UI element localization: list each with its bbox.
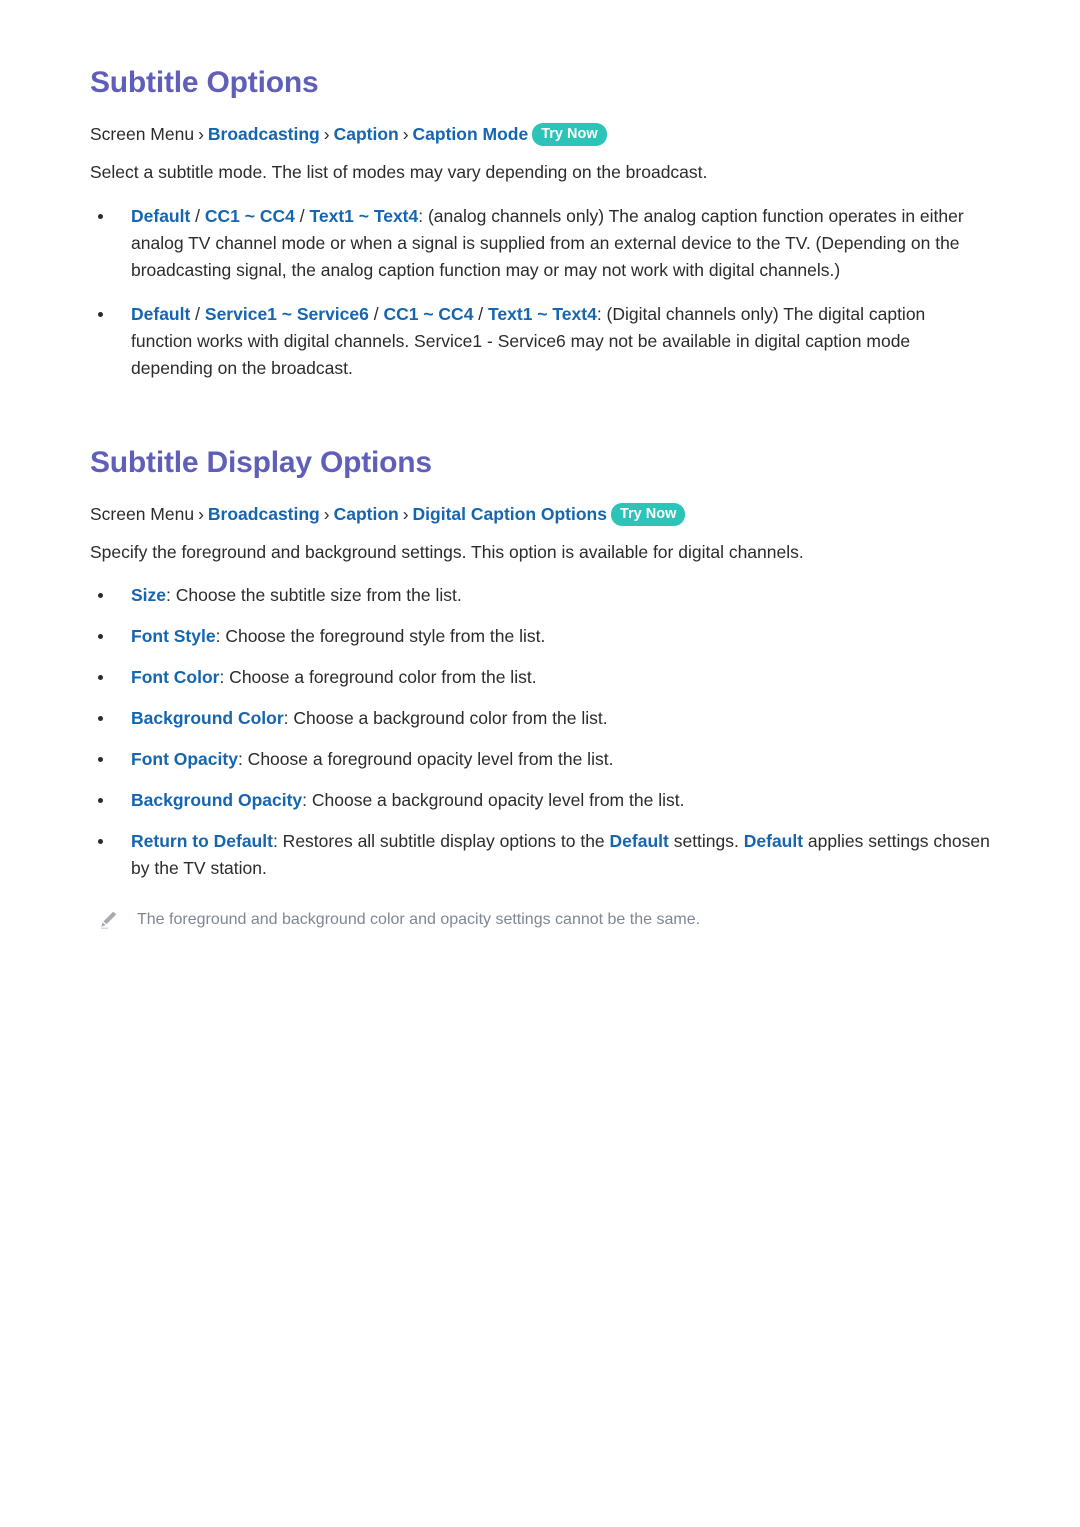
list-item-description-part: settings. [668,831,744,851]
page-title-subtitle-options: Subtitle Options [90,66,319,99]
term-background-opacity: Background Opacity [131,790,303,810]
term-text-range: Text1 ~ Text4 [488,303,597,324]
term-size: Size [131,585,167,605]
list-item: Size: Choose the subtitle size from the … [90,582,990,609]
term-separator: / [190,205,205,226]
bullet-list-caption-modes: Default / CC1 ~ CC4 / Text1 ~ Text4: (an… [90,203,990,382]
list-item-description: : Choose the subtitle size from the list… [166,585,462,605]
breadcrumb-separator: › [198,124,204,144]
list-item-description: : Choose a background opacity level from… [302,790,685,810]
list-item-description: : Choose the foreground style from the l… [215,626,546,646]
breadcrumb-link-broadcasting[interactable]: Broadcasting [208,504,320,524]
term-separator: / [190,303,205,324]
breadcrumb-separator: › [323,124,330,144]
try-now-badge[interactable]: Try Now [610,502,686,526]
section-subtitle-display-options: Subtitle Display Options Screen Menu › Bro… [90,400,990,933]
breadcrumb-separator: › [402,503,409,524]
term-return-to-default: Return to Default [131,831,273,851]
breadcrumb-separator: › [402,124,409,144]
term-text-range: Text1 ~ Text4 [309,205,419,226]
list-item-description: : Choose a foreground opacity level from… [237,749,614,769]
try-now-badge[interactable]: Try Now [532,123,607,146]
note-text: The foreground and background color and … [137,911,701,928]
list-item: Return to Default: Restores all subtitle… [90,828,990,882]
section-subtitle-options: Subtitle Options Screen Menu › Broadcastin… [90,0,990,400]
document-page: Subtitle Options Screen Menu › Broadcastin… [0,0,1080,1527]
section-intro-subtitle-display-options: Specify the foreground and background se… [90,541,804,562]
list-item: Default / Service1 ~ Service6 / CC1 ~ CC… [90,301,990,382]
term-font-opacity: Font Opacity [131,749,238,769]
note-block: The foreground and background color and … [90,908,990,932]
bullet-list-display-options: Size: Choose the subtitle size from the … [90,582,990,882]
pencil-icon [98,909,120,931]
breadcrumb-link-caption[interactable]: Caption [334,504,399,524]
term-default: Default [131,303,191,324]
term-service-range: Service1 ~ Service6 [204,303,369,324]
breadcrumb-link-broadcasting[interactable]: Broadcasting [208,124,320,144]
breadcrumb-separator: › [198,503,204,524]
list-item-description-part: : Restores all subtitle display options … [272,831,610,851]
term-cc-range: CC1 ~ CC4 [383,303,474,324]
term-font-color: Font Color [131,667,220,687]
list-item: Default / CC1 ~ CC4 / Text1 ~ Text4: (an… [90,203,990,284]
term-cc-range: CC1 ~ CC4 [204,205,295,226]
page-title-subtitle-display-options: Subtitle Display Options [90,445,432,479]
list-item-description: : Choose a background color from the lis… [283,708,608,728]
term-separator: / [294,205,310,226]
breadcrumb-link-caption[interactable]: Caption [334,124,399,144]
breadcrumb-subtitle-options: Screen Menu › Broadcasting › Caption › Caption… [90,121,990,147]
list-item: Background Color: Choose a background co… [90,705,990,732]
list-item: Font Color: Choose a foreground color fr… [90,664,990,691]
term-font-style: Font Style [131,626,216,646]
breadcrumb-link-caption-mode[interactable]: Caption Mode [413,124,529,144]
term-separator: / [368,303,384,324]
list-item: Background Opacity: Choose a background … [90,787,990,814]
section-intro-subtitle-options: Select a subtitle mode. The list of mode… [90,162,708,182]
breadcrumb-link-digital-caption-options[interactable]: Digital Caption Options [413,504,607,524]
inline-term-default: Default [743,831,804,851]
term-separator: / [473,303,489,324]
breadcrumb-separator: › [323,503,330,524]
term-default: Default [131,205,191,226]
breadcrumb-root: Screen Menu [90,124,195,144]
list-item-description: : Choose a foreground color from the lis… [219,667,537,687]
term-background-color: Background Color [131,708,284,728]
breadcrumb-subtitle-display-options: Screen Menu › Broadcasting › Caption › Digital… [90,501,990,527]
inline-term-default: Default [609,831,669,851]
breadcrumb-root: Screen Menu [90,503,195,524]
list-item: Font Style: Choose the foreground style … [90,623,990,650]
list-item: Font Opacity: Choose a foreground opacit… [90,746,990,773]
